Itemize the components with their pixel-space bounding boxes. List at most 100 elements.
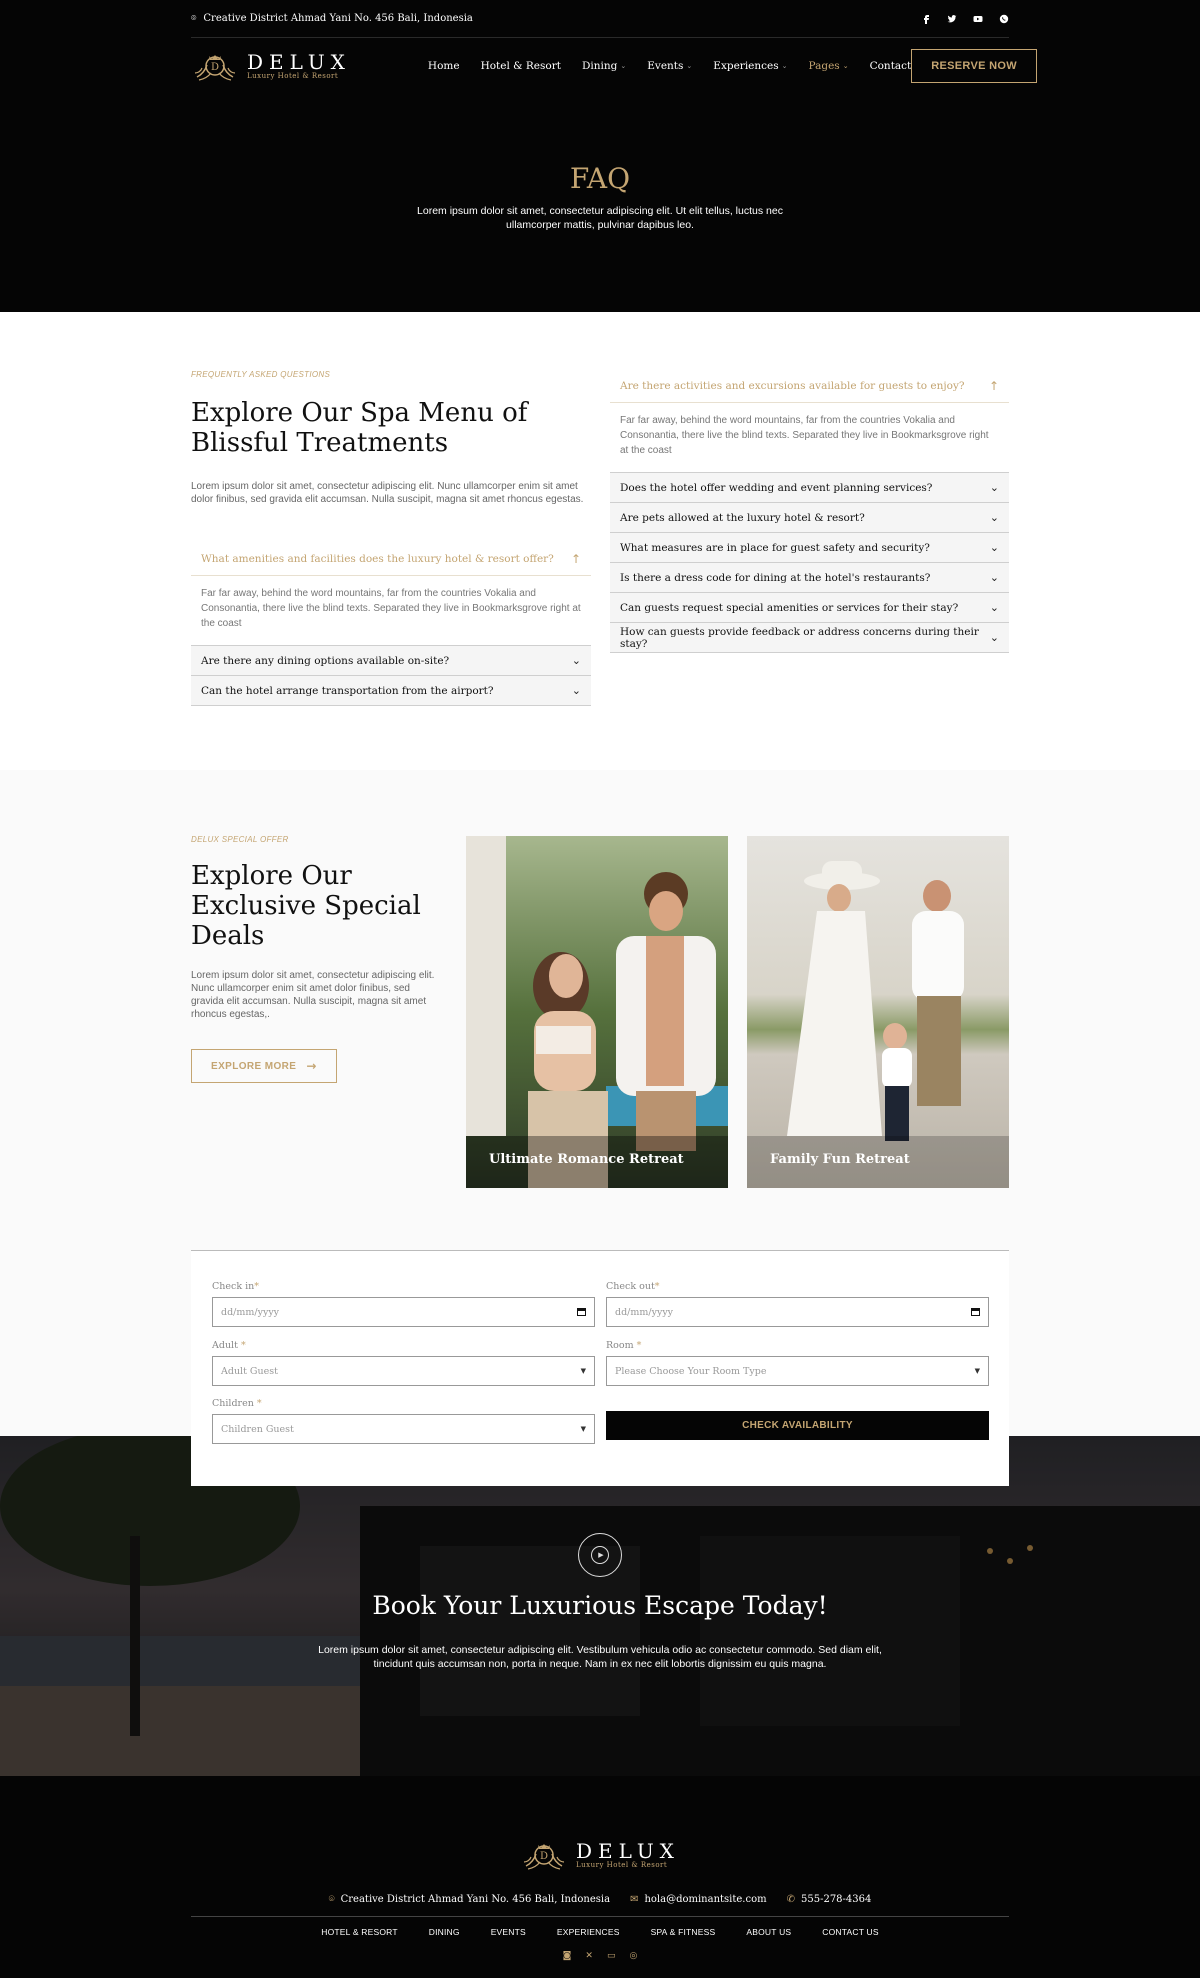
faq-intro-text: Lorem ipsum dolor sit amet, consectetur … [191, 481, 584, 505]
topbar-address-text: Creative District Ahmad Yani No. 456 Bal… [203, 13, 473, 24]
room-label: Room * [606, 1340, 989, 1351]
youtube-icon[interactable]: ▭ [607, 1951, 616, 1961]
calendar-icon[interactable] [971, 1308, 980, 1316]
check-availability-button[interactable]: CHECK AVAILABILITY [606, 1411, 989, 1440]
select-value: Please Choose Your Room Type [615, 1365, 767, 1377]
adult-select[interactable]: Adult Guest ▼ [212, 1356, 595, 1386]
check-in-field: Check in* dd/mm/yyyy [212, 1281, 595, 1327]
footer-link[interactable]: DINING [429, 1927, 460, 1937]
reserve-now-button[interactable]: RESERVE NOW [911, 49, 1037, 83]
faq-question-text: Are pets allowed at the luxury hotel & r… [620, 511, 865, 524]
chevron-down-icon: ⌄ [989, 571, 999, 584]
label-text: Room [606, 1340, 634, 1351]
nav-item-hotel-resort[interactable]: Hotel & Resort [481, 60, 561, 72]
brand-logo[interactable]: D DELUX Luxury Hotel & Resort [191, 47, 351, 85]
cta-text: Lorem ipsum dolor sit amet, consectetur … [318, 1644, 882, 1670]
nav-label: Home [427, 60, 460, 72]
nav-item-dining[interactable]: Dining ⌄ [582, 60, 626, 72]
required-mark: * [240, 1340, 246, 1351]
x-icon[interactable]: ✕ [585, 1951, 593, 1961]
nav-item-pages[interactable]: Pages ⌄ [809, 60, 849, 72]
deals-title: Explore Our Exclusive Special Deals [191, 861, 421, 951]
room-select[interactable]: Please Choose Your Room Type ▼ [606, 1356, 989, 1386]
footer-phone[interactable]: ✆ 555-278-4364 [787, 1894, 872, 1905]
faq-item: Can the hotel arrange transportation fro… [191, 676, 591, 706]
nav-label: Hotel & Resort [480, 60, 561, 72]
label-text: Check out [606, 1281, 655, 1292]
play-video-button[interactable]: ▶ [578, 1533, 622, 1577]
faq-question[interactable]: Are there any dining options available o… [191, 646, 591, 675]
check-out-label: Check out* [606, 1281, 989, 1292]
dropdown-arrow-icon: ▼ [580, 1367, 586, 1375]
faq-question[interactable]: Can the hotel arrange transportation fro… [191, 676, 591, 705]
instagram-icon[interactable]: ◙ [563, 1951, 572, 1961]
deal-card[interactable]: Family Fun Retreat [747, 836, 1009, 1188]
faq-item: Does the hotel offer wedding and event p… [610, 473, 1009, 503]
check-out-input[interactable]: dd/mm/yyyy [606, 1297, 989, 1327]
whatsapp-icon[interactable] [999, 14, 1009, 24]
faq-question[interactable]: What amenities and facilities does the l… [191, 543, 591, 576]
twitter-icon[interactable] [947, 14, 957, 24]
nav-label: Contact [869, 60, 912, 72]
select-value: Children Guest [221, 1423, 294, 1435]
cta-title: Book Your Luxurious Escape Today! [372, 1591, 828, 1620]
required-mark: * [654, 1281, 660, 1292]
booking-form: Check in* dd/mm/yyyy Check out* dd/mm/yy… [191, 1250, 1009, 1486]
faq-question[interactable]: What measures are in place for guest saf… [610, 533, 1009, 562]
faq-title: Explore Our Spa Menu of Blissful Treatme… [191, 398, 528, 458]
faq-question[interactable]: Is there a dress code for dining at the … [610, 563, 1009, 592]
page-title: FAQ [569, 162, 631, 195]
adult-label: Adult * [212, 1340, 595, 1351]
faq-question-text: Are there activities and excursions avai… [620, 380, 965, 392]
check-in-input[interactable]: dd/mm/yyyy [212, 1297, 595, 1327]
footer-link[interactable]: SPA & FITNESS [651, 1927, 716, 1937]
check-in-label: Check in* [212, 1281, 595, 1292]
hero-subtitle: Lorem ipsum dolor sit amet, consectetur … [417, 205, 783, 231]
faq-question[interactable]: Are there activities and excursions avai… [610, 370, 1009, 403]
faq-question[interactable]: Are pets allowed at the luxury hotel & r… [610, 503, 1009, 532]
footer-link[interactable]: ABOUT US [746, 1927, 791, 1937]
calendar-icon[interactable] [577, 1308, 586, 1316]
footer-link[interactable]: HOTEL & RESORT [321, 1927, 397, 1937]
faq-question[interactable]: Does the hotel offer wedding and event p… [610, 473, 1009, 502]
footer-email[interactable]: ✉ hola@dominantsite.com [630, 1894, 767, 1905]
label-text: Check in [212, 1281, 255, 1292]
whatsapp-icon[interactable]: ◎ [629, 1951, 637, 1961]
facebook-icon[interactable] [921, 14, 931, 24]
faq-question-text: Can guests request special amenities or … [620, 601, 959, 614]
deal-card[interactable]: Ultimate Romance Retreat [466, 836, 728, 1188]
faq-question[interactable]: Can guests request special amenities or … [610, 593, 1009, 622]
faq-question-text: Is there a dress code for dining at the … [620, 571, 931, 584]
footer-link[interactable]: EXPERIENCES [557, 1927, 620, 1937]
faq-eyebrow: FREQUENTLY ASKED QUESTIONS [191, 370, 331, 379]
deals-intro-text: Lorem ipsum dolor sit amet, consectetur … [191, 970, 435, 1020]
children-select[interactable]: Children Guest ▼ [212, 1414, 595, 1444]
nav-label: Dining [581, 60, 618, 72]
main-nav: D DELUX Luxury Hotel & Resort Home Hotel… [191, 44, 1037, 88]
faq-question-text: How can guests provide feedback or addre… [620, 625, 979, 650]
deals-eyebrow: DELUX SPECIAL OFFER [191, 835, 289, 844]
footer-logo[interactable]: D DELUX Luxury Hotel & Resort [520, 1836, 680, 1874]
youtube-icon[interactable] [973, 14, 983, 24]
nav-item-home[interactable]: Home [428, 60, 460, 72]
arrow-up-icon: ↑ [988, 379, 999, 393]
arrow-up-icon: ↑ [570, 552, 581, 566]
explore-more-button[interactable]: EXPLORE MORE → [191, 1049, 337, 1083]
required-mark: * [254, 1281, 260, 1292]
nav-item-experiences[interactable]: Experiences ⌄ [713, 60, 787, 72]
top-bar: ⌾ Creative District Ahmad Yani No. 456 B… [191, 0, 1009, 38]
chevron-down-icon: ⌄ [781, 62, 788, 70]
faq-question-text: Does the hotel offer wedding and event p… [620, 481, 933, 494]
nav-item-contact[interactable]: Contact [870, 60, 912, 72]
brand-tagline: Luxury Hotel & Resort [576, 1861, 668, 1869]
footer-link[interactable]: CONTACT US [822, 1927, 878, 1937]
faq-item: Are there activities and excursions avai… [610, 370, 1009, 473]
chevron-down-icon: ⌄ [989, 481, 999, 494]
required-mark: * [636, 1340, 642, 1351]
chevron-down-icon: ⌄ [989, 511, 999, 524]
deals-intro: DELUX SPECIAL OFFER Explore Our Exclusiv… [191, 835, 441, 1083]
faq-question[interactable]: How can guests provide feedback or addre… [610, 623, 1009, 652]
family-photo [747, 836, 1009, 1188]
nav-item-events[interactable]: Events ⌄ [647, 60, 692, 72]
footer-link[interactable]: EVENTS [491, 1927, 526, 1937]
